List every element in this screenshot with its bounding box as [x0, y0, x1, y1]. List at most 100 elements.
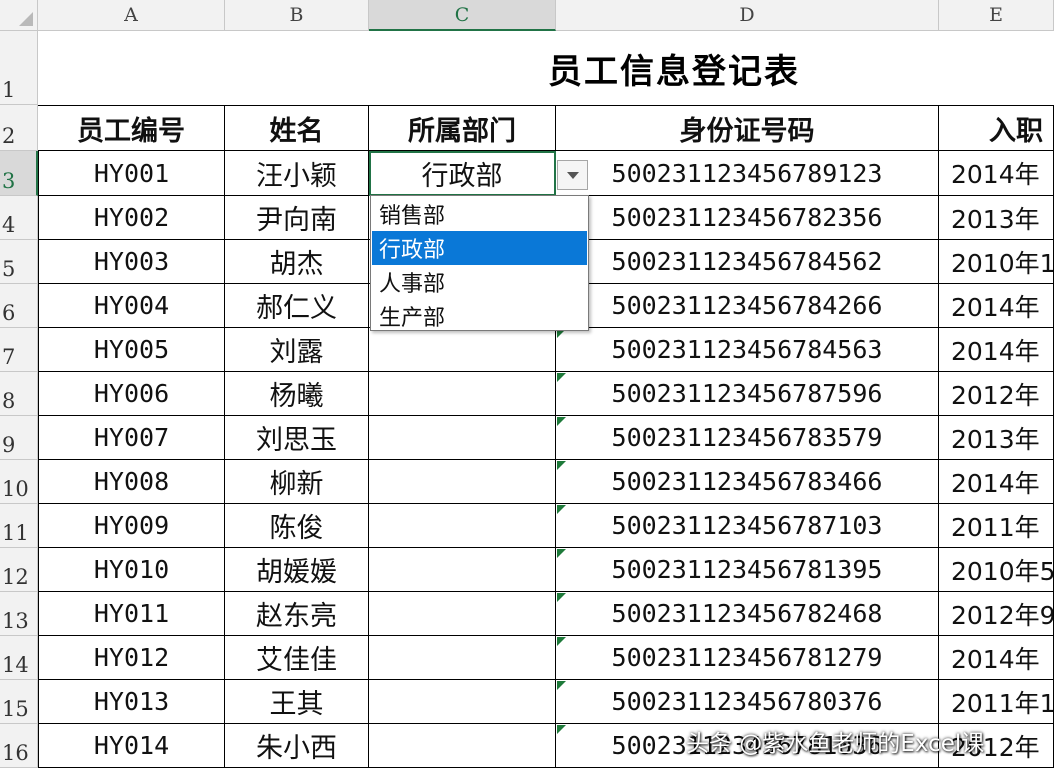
department-cell[interactable] [369, 460, 556, 504]
id-number-cell[interactable]: 500231123456783466 [556, 460, 939, 504]
employee-id-cell[interactable]: HY014 [38, 724, 225, 768]
hire-date-cell[interactable]: 2013年 [939, 196, 1054, 240]
hire-date-cell[interactable]: 2014年 [939, 284, 1054, 328]
name-cell[interactable]: 柳新 [225, 460, 369, 504]
column-header-d[interactable]: D [556, 0, 939, 31]
name-cell[interactable]: 汪小颖 [225, 151, 369, 196]
row-header-5[interactable]: 5 [0, 240, 38, 284]
row-header-2[interactable]: 2 [0, 105, 38, 151]
id-number-cell[interactable]: 500231123456789123 [556, 151, 939, 196]
id-number-cell[interactable]: 500231123456787596 [556, 372, 939, 416]
dropdown-option[interactable]: 行政部 [372, 231, 587, 265]
employee-id-cell[interactable]: HY011 [38, 592, 225, 636]
row-header-8[interactable]: 8 [0, 372, 38, 416]
row-header-12[interactable]: 12 [0, 548, 38, 592]
row-header-1[interactable]: 1 [0, 31, 38, 105]
row-header-7[interactable]: 7 [0, 328, 38, 372]
name-cell[interactable]: 胡媛媛 [225, 548, 369, 592]
employee-id-cell[interactable]: HY010 [38, 548, 225, 592]
row-header-3[interactable]: 3 [0, 151, 38, 196]
dropdown-option[interactable]: 生产部 [372, 299, 587, 333]
department-cell[interactable] [369, 328, 556, 372]
name-cell[interactable]: 陈俊 [225, 504, 369, 548]
row-header-10[interactable]: 10 [0, 460, 38, 504]
employee-id-cell[interactable]: HY003 [38, 240, 225, 284]
employee-id-cell[interactable]: HY009 [38, 504, 225, 548]
department-cell[interactable] [369, 636, 556, 680]
department-cell[interactable] [369, 592, 556, 636]
id-number-cell[interactable]: 500231123456784562 [556, 240, 939, 284]
dropdown-option[interactable]: 人事部 [372, 265, 587, 299]
id-number-cell[interactable]: 500231123456781395 [556, 548, 939, 592]
column-header-e[interactable]: E [939, 0, 1054, 31]
header-cell-b[interactable]: 姓名 [225, 105, 369, 151]
hire-date-cell[interactable]: 2010年1 [939, 240, 1054, 284]
row-header-4[interactable]: 4 [0, 196, 38, 240]
error-indicator-icon [557, 681, 566, 690]
department-cell[interactable] [369, 416, 556, 460]
id-number-cell[interactable]: 500231123456787103 [556, 504, 939, 548]
hire-date-cell[interactable]: 2010年5 [939, 548, 1054, 592]
row-header-9[interactable]: 9 [0, 416, 38, 460]
department-cell[interactable] [369, 372, 556, 416]
hire-date-cell[interactable]: 2012年 [939, 372, 1054, 416]
hire-date-cell[interactable]: 2012年9 [939, 592, 1054, 636]
column-header-a[interactable]: A [38, 0, 225, 31]
id-number-cell[interactable]: 500231123456782468 [556, 592, 939, 636]
id-number-cell[interactable]: 500231123456780376 [556, 680, 939, 724]
name-cell[interactable]: 杨曦 [225, 372, 369, 416]
employee-id-cell[interactable]: HY005 [38, 328, 225, 372]
employee-id-cell[interactable]: HY008 [38, 460, 225, 504]
name-cell[interactable]: 刘思玉 [225, 416, 369, 460]
id-number-cell[interactable]: 500231123456784563 [556, 328, 939, 372]
id-number-cell[interactable]: 500231123456784266 [556, 284, 939, 328]
employee-id-cell[interactable]: HY013 [38, 680, 225, 724]
watermark-text: 头条 @紫水鱼老师的Excel课 [686, 731, 985, 757]
header-cell-a[interactable]: 员工编号 [38, 105, 225, 151]
department-cell-active[interactable]: 行政部 [369, 151, 556, 196]
name-cell[interactable]: 刘露 [225, 328, 369, 372]
header-cell-c[interactable]: 所属部门 [369, 105, 556, 151]
row-header-14[interactable]: 14 [0, 636, 38, 680]
sheet-title: 员工信息登记表 [548, 51, 800, 92]
employee-id-cell[interactable]: HY001 [38, 151, 225, 196]
name-cell[interactable]: 胡杰 [225, 240, 369, 284]
hire-date-cell[interactable]: 2013年 [939, 416, 1054, 460]
department-cell[interactable] [369, 724, 556, 768]
department-cell[interactable] [369, 680, 556, 724]
employee-id-cell[interactable]: HY007 [38, 416, 225, 460]
hire-date-cell[interactable]: 2014年 [939, 636, 1054, 680]
hire-date-cell[interactable]: 2011年1 [939, 680, 1054, 724]
employee-id-cell[interactable]: HY004 [38, 284, 225, 328]
hire-date-cell[interactable]: 2014年 [939, 151, 1054, 196]
id-number-cell[interactable]: 500231123456782356 [556, 196, 939, 240]
header-cell-d[interactable]: 身份证号码 [556, 105, 939, 151]
row-header-16[interactable]: 16 [0, 724, 38, 768]
column-header-b[interactable]: B [225, 0, 369, 31]
row-header-6[interactable]: 6 [0, 284, 38, 328]
employee-id-cell[interactable]: HY002 [38, 196, 225, 240]
dropdown-toggle-button[interactable] [557, 160, 588, 190]
employee-id-cell[interactable]: HY012 [38, 636, 225, 680]
column-header-c[interactable]: C [369, 0, 556, 31]
employee-id-cell[interactable]: HY006 [38, 372, 225, 416]
hire-date-cell[interactable]: 2011年 [939, 504, 1054, 548]
select-all-corner[interactable] [0, 0, 38, 31]
name-cell[interactable]: 王其 [225, 680, 369, 724]
name-cell[interactable]: 郝仁义 [225, 284, 369, 328]
id-number-cell[interactable]: 500231123456783579 [556, 416, 939, 460]
name-cell[interactable]: 朱小西 [225, 724, 369, 768]
row-header-15[interactable]: 15 [0, 680, 38, 724]
row-header-13[interactable]: 13 [0, 592, 38, 636]
name-cell[interactable]: 尹向南 [225, 196, 369, 240]
id-number-cell[interactable]: 500231123456781279 [556, 636, 939, 680]
department-cell[interactable] [369, 504, 556, 548]
department-cell[interactable] [369, 548, 556, 592]
hire-date-cell[interactable]: 2014年 [939, 460, 1054, 504]
name-cell[interactable]: 艾佳佳 [225, 636, 369, 680]
name-cell[interactable]: 赵东亮 [225, 592, 369, 636]
header-cell-e[interactable]: 入职 [939, 105, 1054, 151]
hire-date-cell[interactable]: 2014年 [939, 328, 1054, 372]
row-header-11[interactable]: 11 [0, 504, 38, 548]
dropdown-option[interactable]: 销售部 [372, 197, 587, 231]
